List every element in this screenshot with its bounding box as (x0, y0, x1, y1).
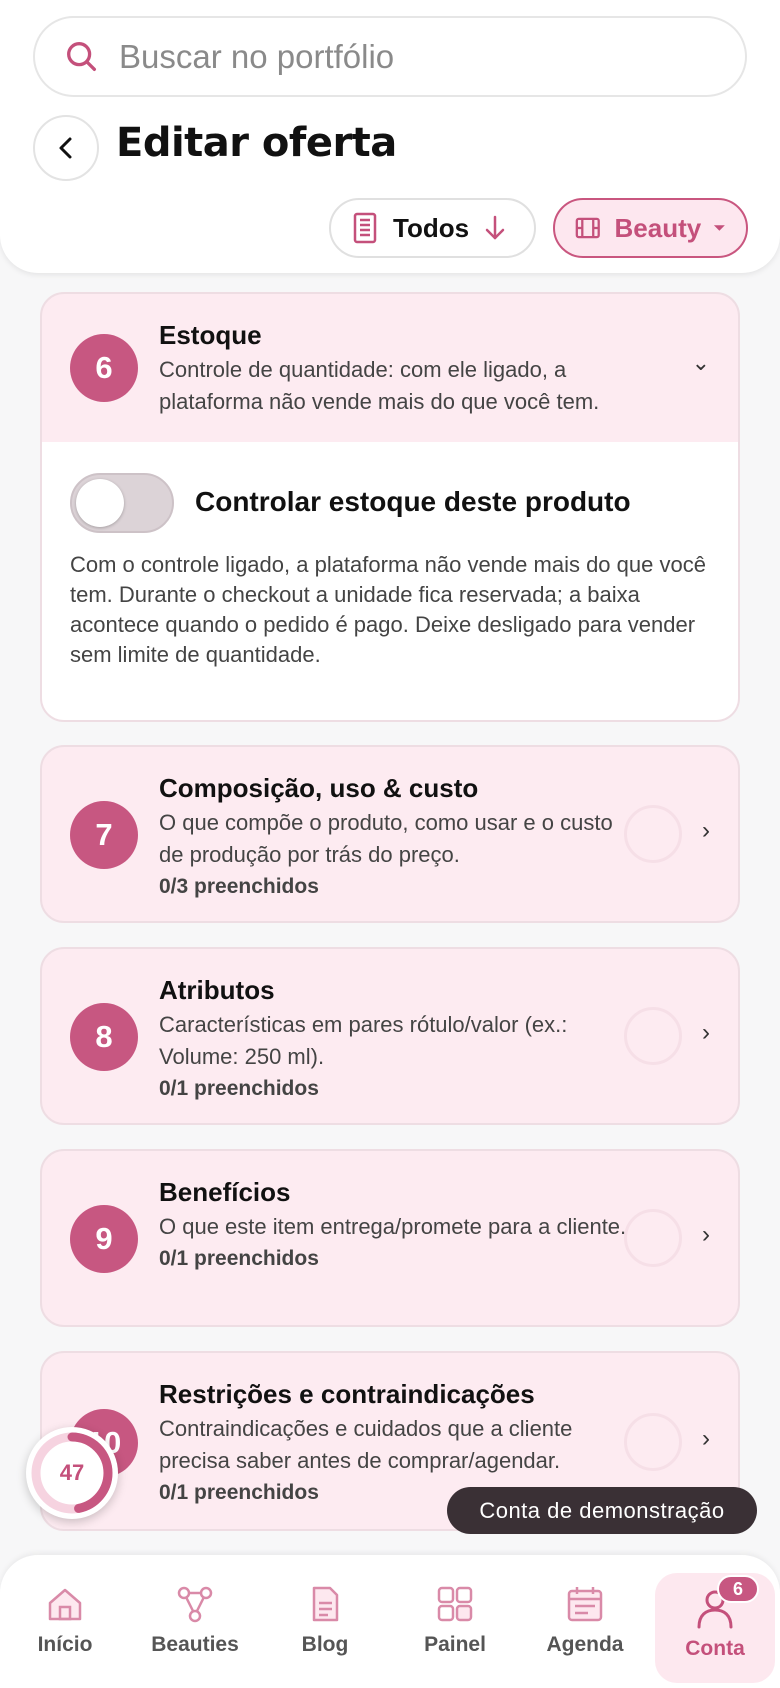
section-card-stock: 6 Estoque Controle de quantidade: com el… (40, 292, 740, 722)
nav-item-conta[interactable]: Conta 6 (655, 1573, 775, 1683)
nav-item-painel[interactable]: Painel (395, 1555, 515, 1688)
nav-label: Beauties (151, 1633, 239, 1656)
section-title: Composição, uso & custo (159, 773, 479, 803)
chevron-right-icon: › (702, 1221, 710, 1248)
section-header-stock[interactable]: 6 Estoque Controle de quantidade: com el… (42, 294, 738, 442)
arrow-down-icon (485, 215, 505, 240)
section-card-composition[interactable]: 7 Composição, uso & custo O que compõe o… (40, 745, 740, 923)
section-description: Contraindicações e cuidados que a client… (159, 1416, 573, 1473)
building-icon (353, 212, 377, 244)
calendar-icon (567, 1587, 603, 1622)
section-number-badge: 9 (70, 1205, 138, 1273)
bottom-navigation: Início Beauties Blog Painel Agenda Conta… (0, 1555, 780, 1688)
section-number-badge: 8 (70, 1003, 138, 1071)
search-bar[interactable] (33, 16, 747, 97)
section-title: Atributos (159, 975, 275, 1005)
demo-account-toast: Conta de demonstração (447, 1487, 757, 1534)
page-title: Editar oferta (116, 120, 397, 166)
section-card-benefits[interactable]: 9 Benefícios O que este item entrega/pro… (40, 1149, 740, 1327)
stock-toggle-label: Controlar estoque deste produto (195, 486, 631, 517)
section-card-attributes[interactable]: 8 Atributos Características em pares rót… (40, 947, 740, 1125)
section-title: Benefícios (159, 1177, 291, 1207)
chevron-right-icon: › (702, 1425, 710, 1452)
film-icon (575, 217, 600, 239)
filter-todos-button[interactable]: Todos (329, 198, 536, 258)
section-number-badge: 6 (70, 334, 138, 402)
search-input[interactable] (119, 37, 719, 76)
nav-item-inicio[interactable]: Início (5, 1555, 125, 1688)
progress-value: 47 (59, 1460, 85, 1485)
profile-progress-button[interactable]: 47 (26, 1427, 118, 1519)
filter-todos-label: Todos (393, 212, 470, 243)
stock-control-toggle[interactable] (70, 473, 174, 533)
nav-item-agenda[interactable]: Agenda (525, 1555, 645, 1688)
nav-label: Blog (301, 1633, 349, 1656)
completion-ring (624, 1007, 682, 1065)
filter-beauty-dropdown[interactable]: Beauty (553, 198, 748, 258)
grid-icon (437, 1586, 473, 1622)
nav-label: Conta (685, 1637, 745, 1660)
section-description: Controle de quantidade: com ele ligado, … (159, 357, 600, 414)
nav-item-blog[interactable]: Blog (265, 1555, 385, 1688)
section-title: Restrições e contraindicações (159, 1379, 535, 1409)
search-icon (67, 41, 97, 71)
section-count: 0/3 preenchidos (159, 875, 319, 898)
nav-item-beauties[interactable]: Beauties (135, 1555, 255, 1688)
section-count: 0/1 preenchidos (159, 1247, 319, 1270)
chevron-down-icon: ⌄ (691, 350, 710, 375)
caret-down-icon (714, 225, 726, 231)
completion-ring (624, 1209, 682, 1267)
section-description: O que este item entrega/promete para a c… (159, 1214, 627, 1239)
chevron-right-icon: › (702, 817, 710, 844)
section-count: 0/1 preenchidos (159, 1077, 319, 1100)
section-number-badge: 7 (70, 801, 138, 869)
home-icon (48, 1588, 82, 1621)
section-description: O que compõe o produto, como usar e o cu… (159, 810, 613, 867)
nav-label: Agenda (546, 1633, 624, 1656)
completion-ring (624, 1413, 682, 1471)
stock-help-text: Com o controle ligado, a plataforma não … (70, 552, 706, 667)
section-title: Estoque (159, 320, 262, 350)
header: Editar oferta Todos Beauty (0, 0, 780, 273)
stock-body: Controlar estoque deste produto Com o co… (42, 442, 738, 720)
nav-label: Painel (424, 1633, 486, 1656)
filter-beauty-label: Beauty (614, 212, 702, 243)
chevron-right-icon: › (702, 1019, 710, 1046)
document-icon (312, 1586, 339, 1622)
network-icon (177, 1586, 213, 1623)
back-button[interactable] (33, 115, 99, 181)
notification-badge: 6 (717, 1575, 759, 1603)
chevron-left-icon (59, 137, 72, 159)
completion-ring (624, 805, 682, 863)
section-description: Características em pares rótulo/valor (e… (159, 1012, 568, 1069)
nav-label: Início (37, 1633, 93, 1656)
toggle-knob (76, 479, 124, 527)
